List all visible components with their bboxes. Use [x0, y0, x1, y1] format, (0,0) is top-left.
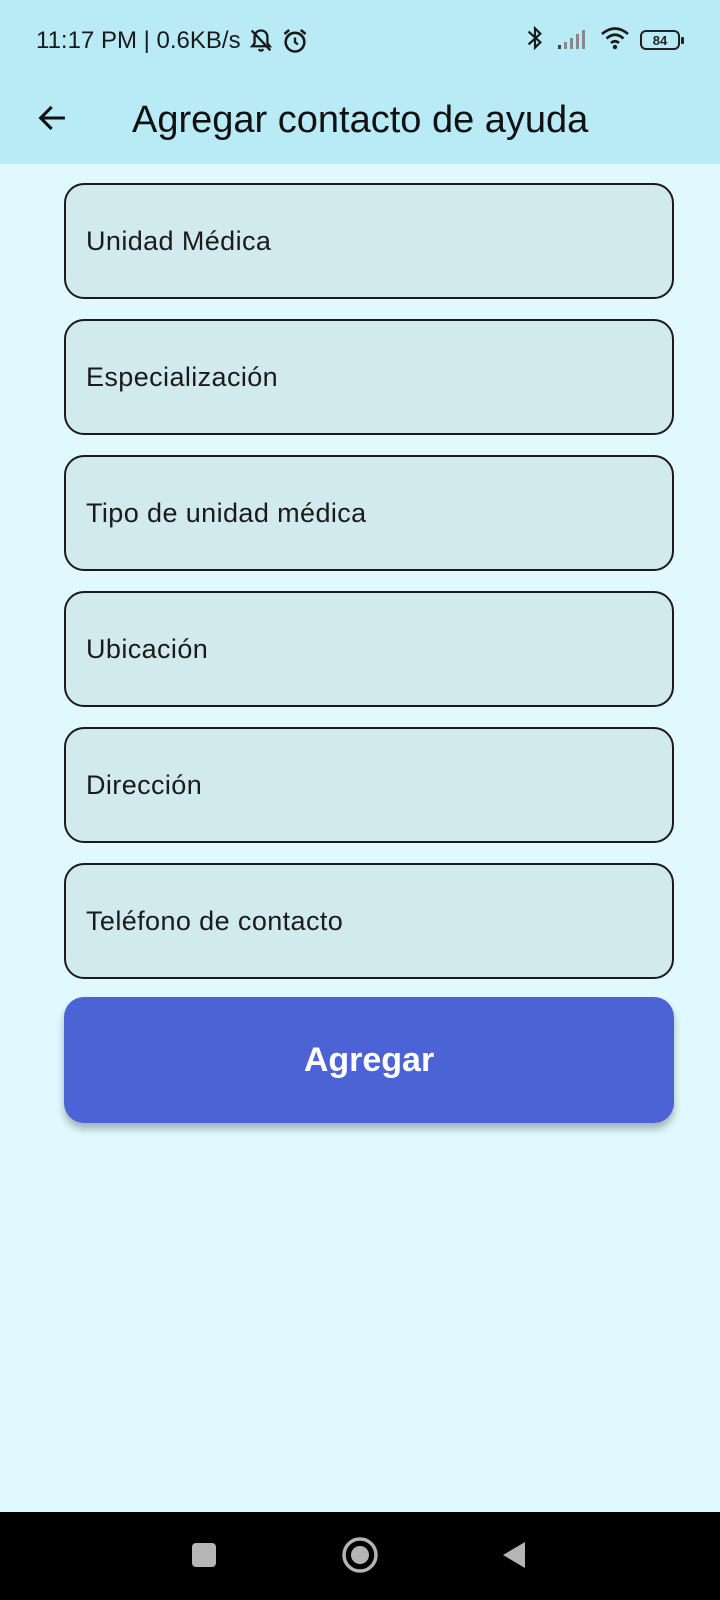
- contact-phone-field-box: [64, 863, 674, 979]
- address-field-box: [64, 727, 674, 843]
- back-nav-button[interactable]: [491, 1534, 537, 1580]
- add-button-label: Agregar: [303, 1040, 435, 1079]
- home-circle-icon: [340, 1535, 380, 1580]
- wifi-icon: [600, 25, 630, 56]
- medical-unit-field-box: [64, 183, 674, 299]
- contact-phone-field[interactable]: [86, 865, 652, 977]
- address-field[interactable]: [86, 729, 652, 841]
- contact-form: [64, 183, 674, 999]
- signal-icon: [556, 26, 590, 55]
- medical-unit-type-field[interactable]: [86, 457, 652, 569]
- specialization-field-box: [64, 319, 674, 435]
- location-field[interactable]: [86, 593, 652, 705]
- location-field-box: [64, 591, 674, 707]
- arrow-left-icon: [35, 101, 69, 140]
- status-bar: 11:17 PM | 0.6KB/s 84: [0, 0, 720, 80]
- back-button[interactable]: [24, 92, 80, 148]
- recents-button[interactable]: [181, 1534, 227, 1580]
- bluetooth-icon: [524, 24, 546, 57]
- status-left: 11:17 PM | 0.6KB/s: [36, 26, 309, 56]
- status-right: 84: [524, 24, 684, 57]
- alarm-icon: [281, 27, 309, 55]
- system-nav-bar: [0, 1512, 720, 1600]
- specialization-field[interactable]: [86, 321, 652, 433]
- back-triangle-icon: [499, 1539, 529, 1576]
- add-button[interactable]: Agregar: [64, 997, 674, 1123]
- app-bar: Agregar contacto de ayuda: [0, 80, 720, 164]
- battery-icon: 84: [640, 30, 684, 50]
- home-button[interactable]: [337, 1534, 383, 1580]
- page-title: Agregar contacto de ayuda: [132, 99, 589, 141]
- bell-off-icon: [247, 27, 275, 55]
- status-time-speed: 11:17 PM | 0.6KB/s: [36, 27, 241, 54]
- medical-unit-field[interactable]: [86, 185, 652, 297]
- recents-square-icon: [190, 1541, 218, 1574]
- battery-level: 84: [652, 32, 668, 48]
- medical-unit-type-field-box: [64, 455, 674, 571]
